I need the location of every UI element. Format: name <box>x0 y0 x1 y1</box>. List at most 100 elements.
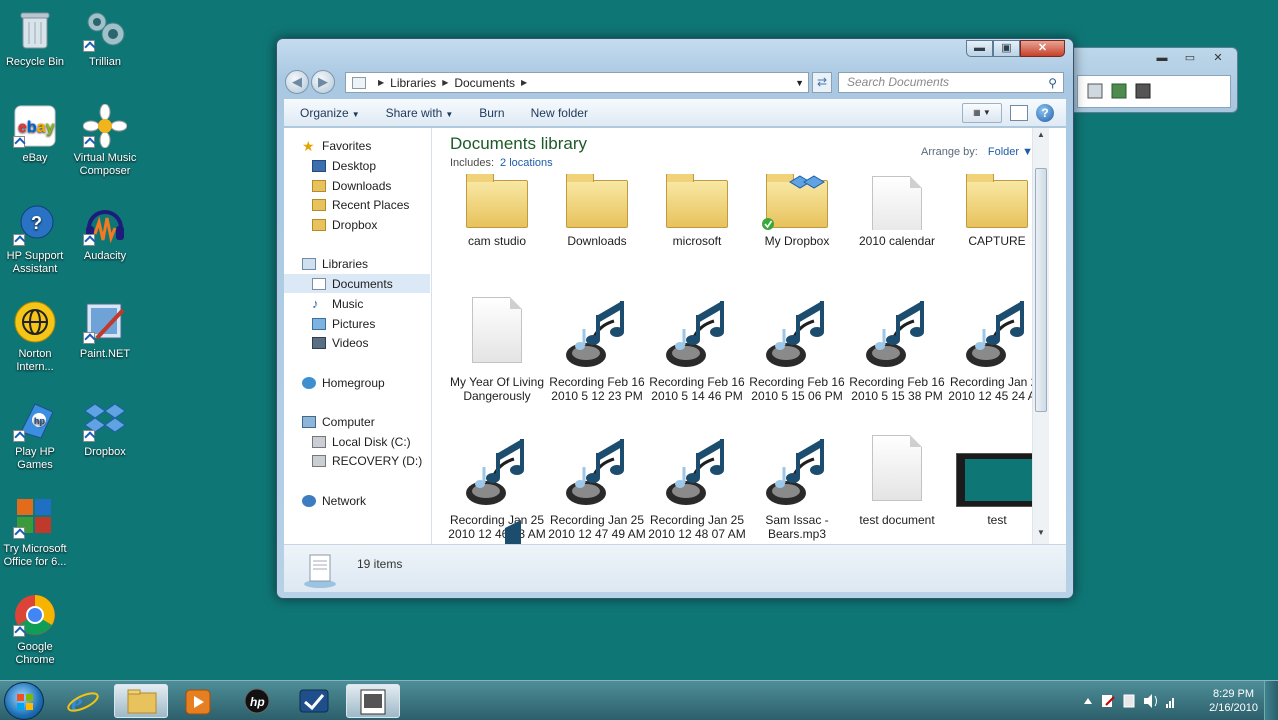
minimize-button[interactable]: ▬ <box>966 40 993 57</box>
maximize-icon[interactable]: ▭ <box>1177 50 1203 66</box>
explorer-window[interactable]: ▬ ▣ ✕ ◀ ▶ ▶ Libraries ▶ Documents ▶ ▼ ⇄ … <box>276 38 1074 599</box>
windows-logo-icon <box>17 694 33 710</box>
nav-label: Videos <box>332 335 369 350</box>
document-icon <box>462 295 532 371</box>
show-desktop-button[interactable] <box>1264 681 1278 720</box>
dropdown-arrow-icon: ▼ <box>445 109 454 119</box>
scroll-thumb[interactable] <box>1035 168 1047 412</box>
taskbar-internet-explorer[interactable]: e <box>56 684 110 718</box>
library-title: Documents library <box>450 134 587 153</box>
includes-locations-link[interactable]: 2 locations <box>500 157 553 169</box>
back-button[interactable]: ◀ <box>285 70 309 94</box>
search-icon[interactable]: ⚲ <box>1048 74 1057 93</box>
desktop-icon-label: Norton Intern... <box>16 348 54 373</box>
file-name: My Year Of Living Dangerously <box>449 375 545 403</box>
share-with-button[interactable]: Share with ▼ <box>376 106 464 120</box>
nav-homegroup[interactable]: Homegroup <box>302 373 448 392</box>
minimize-icon[interactable]: ▬ <box>1149 50 1175 66</box>
file-item[interactable]: microsoft <box>647 174 747 248</box>
close-icon[interactable]: ✕ <box>1205 50 1231 66</box>
help-icon[interactable]: ? <box>1036 104 1054 122</box>
address-dropdown-icon[interactable]: ▼ <box>795 78 804 88</box>
desktop-icon-hp-support[interactable]: ? HP Support Assistant <box>0 202 70 276</box>
file-item[interactable]: My Dropbox <box>747 174 847 248</box>
desktop-icon-ebay[interactable]: ebay eBay <box>0 104 70 165</box>
new-folder-button[interactable]: New folder <box>521 106 598 120</box>
documents-icon <box>312 277 326 290</box>
desktop-icon-ms-office[interactable]: Try Microsoft Office for 6... <box>0 495 70 569</box>
nav-label: Homegroup <box>322 375 385 390</box>
desktop-icon-play-hp-games[interactable]: hp Play HP Games <box>0 398 70 472</box>
svg-text:?: ? <box>31 213 42 233</box>
scroll-down-icon[interactable]: ▼ <box>1033 528 1049 542</box>
nav-documents[interactable]: Documents <box>284 274 430 293</box>
maximize-button[interactable]: ▣ <box>993 40 1020 57</box>
nav-computer[interactable]: Computer <box>302 412 448 431</box>
background-window[interactable]: ▬ ▭ ✕ <box>1062 47 1238 113</box>
taskbar-media-player[interactable] <box>172 684 226 718</box>
close-button[interactable]: ✕ <box>1020 40 1065 57</box>
desktop-icon-audacity[interactable]: Audacity <box>70 202 140 263</box>
file-name: 2010 calendar <box>858 234 936 248</box>
recent-places-icon <box>312 198 326 211</box>
taskbar-active-document[interactable] <box>346 684 400 718</box>
file-name: Recording Feb 16 2010 5 12 23 PM <box>549 375 645 403</box>
internet-explorer-icon: e <box>67 688 99 717</box>
chevron-right-icon: ▶ <box>442 78 449 87</box>
file-item[interactable]: Recording Feb 16 2010 5 15 38 PM <box>847 295 947 403</box>
file-item[interactable]: Recording Jan 25 2010 12 47 49 AM <box>547 433 647 541</box>
taskbar-windows-explorer[interactable] <box>114 684 168 718</box>
music-note-icon: ♪ <box>312 295 319 311</box>
change-view-button[interactable]: ▦ ▼ <box>962 103 1002 123</box>
desktop-icon-norton[interactable]: Norton Intern... <box>0 300 70 374</box>
file-item[interactable]: Recording Feb 16 2010 5 12 23 PM <box>547 295 647 403</box>
documents-library-icon <box>302 551 338 589</box>
breadcrumb-documents[interactable]: Documents <box>454 76 515 90</box>
taskbar-app-check[interactable] <box>288 684 342 718</box>
nav-libraries[interactable]: Libraries <box>302 254 448 273</box>
file-item[interactable]: Recording Jan 25 2010 12 48 07 AM <box>647 433 747 541</box>
audio-file-icon <box>762 433 832 509</box>
file-item[interactable]: test document <box>847 433 947 527</box>
file-item[interactable]: Recording Feb 16 2010 5 14 46 PM <box>647 295 747 403</box>
desktop-icon-dropbox[interactable]: Dropbox <box>70 398 140 459</box>
folder-icon <box>462 174 532 230</box>
folder-icon <box>662 174 732 230</box>
refresh-button[interactable]: ⇄ <box>812 72 832 93</box>
burn-button[interactable]: Burn <box>469 106 514 120</box>
file-item[interactable]: Sam Issac - Bears.mp3 <box>747 433 847 541</box>
svg-text:ebay: ebay <box>18 119 55 136</box>
address-bar[interactable]: ▶ Libraries ▶ Documents ▶ ▼ <box>345 72 809 93</box>
forward-button[interactable]: ▶ <box>311 70 335 94</box>
shortcut-arrow-icon <box>13 430 25 442</box>
preview-pane-icon[interactable] <box>1010 105 1028 121</box>
arrange-by-dropdown[interactable]: Folder ▼ <box>988 146 1033 158</box>
file-item-partial[interactable] <box>447 520 547 544</box>
checkmark-app-icon <box>299 689 329 713</box>
desktop-icon-recycle-bin[interactable]: Recycle Bin <box>0 8 70 69</box>
start-button[interactable] <box>4 682 44 720</box>
taskbar-hp[interactable]: hp <box>230 684 284 718</box>
command-bar: Organize ▼ Share with ▼ Burn New folder ▦ … <box>284 99 1066 127</box>
desktop-icon-trillian[interactable]: Trillian <box>70 8 140 69</box>
chrome-icon <box>13 593 57 637</box>
desktop-icon-paint-net[interactable]: Paint.NET <box>70 300 140 361</box>
scroll-up-icon[interactable]: ▲ <box>1033 130 1049 144</box>
file-list-pane: Documents library Includes: 2 locations A… <box>433 128 1049 544</box>
clock[interactable]: 8:29 PM 2/16/2010 <box>1209 687 1258 715</box>
nav-favorites[interactable]: ★ Favorites <box>302 136 448 155</box>
chevron-right-icon: ▶ <box>521 78 528 87</box>
file-item[interactable]: 2010 calendar <box>847 174 947 248</box>
file-item[interactable]: cam studio <box>447 174 547 248</box>
file-item[interactable]: Recording Feb 16 2010 5 15 06 PM <box>747 295 847 403</box>
shortcut-arrow-icon <box>83 332 95 344</box>
desktop-icon-virtual-music-composer[interactable]: Virtual Music Composer <box>70 103 140 178</box>
desktop-icon-google-chrome[interactable]: Google Chrome <box>0 593 70 667</box>
search-input[interactable]: Search Documents ⚲ <box>838 72 1064 93</box>
file-item[interactable]: Downloads <box>547 174 647 248</box>
vertical-scrollbar[interactable]: ▲ ▼ <box>1032 128 1049 544</box>
breadcrumb-libraries[interactable]: Libraries <box>390 76 436 90</box>
file-item[interactable]: My Year Of Living Dangerously <box>447 295 547 403</box>
nav-network[interactable]: Network <box>302 491 448 510</box>
organize-button[interactable]: Organize ▼ <box>290 106 370 120</box>
